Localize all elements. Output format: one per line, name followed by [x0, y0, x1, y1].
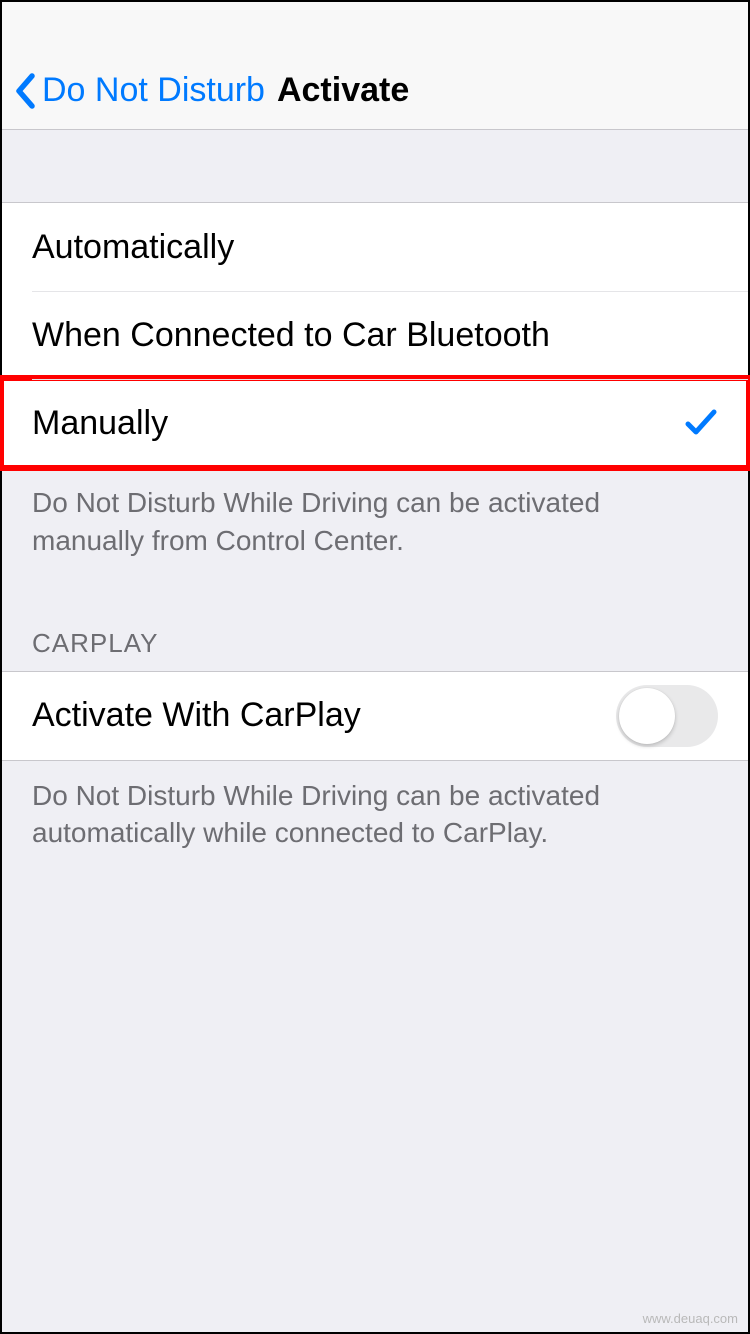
activation-options-group: Automatically When Connected to Car Blue…: [2, 202, 748, 468]
page-title: Activate: [277, 71, 409, 110]
option-bluetooth[interactable]: When Connected to Car Bluetooth: [2, 291, 748, 379]
option-manually[interactable]: Manually: [2, 379, 748, 467]
carplay-group: Activate With CarPlay: [2, 671, 748, 761]
carplay-footer: Do Not Disturb While Driving can be acti…: [2, 761, 748, 853]
carplay-toggle-label: Activate With CarPlay: [32, 696, 361, 735]
option-label: Automatically: [32, 228, 234, 267]
option-label: Manually: [32, 404, 168, 443]
option-automatically[interactable]: Automatically: [2, 203, 748, 291]
back-label: Do Not Disturb: [42, 71, 265, 110]
toggle-knob: [619, 688, 675, 744]
chevron-left-icon: [14, 73, 36, 109]
watermark: www.deuaq.com: [643, 1311, 738, 1326]
carplay-toggle-row: Activate With CarPlay: [2, 672, 748, 760]
carplay-header: CARPLAY: [2, 628, 748, 671]
carplay-toggle[interactable]: [616, 685, 718, 747]
option-label: When Connected to Car Bluetooth: [32, 316, 550, 355]
options-footer: Do Not Disturb While Driving can be acti…: [2, 468, 748, 560]
back-button[interactable]: Do Not Disturb: [14, 71, 265, 110]
checkmark-icon: [684, 406, 718, 440]
nav-bar: Do Not Disturb Activate: [2, 2, 748, 130]
